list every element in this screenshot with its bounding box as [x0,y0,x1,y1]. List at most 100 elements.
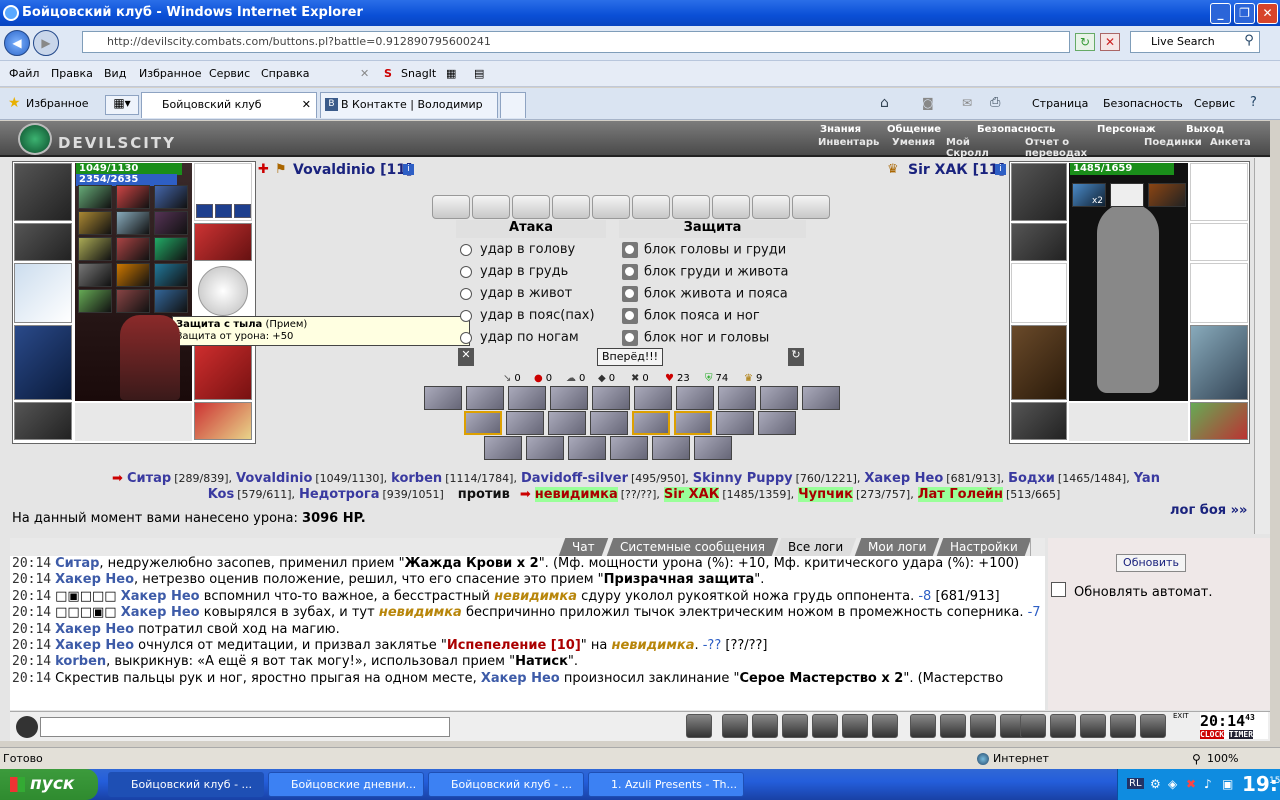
skill-button[interactable] [694,436,732,460]
attack-radio[interactable] [460,309,472,322]
fighter-name[interactable]: Davidoff-silver [521,471,628,486]
fighter-name[interactable]: Недотрога [299,487,379,502]
favorites-button[interactable]: Избранное [26,97,88,110]
player-boots-slot[interactable] [194,402,252,440]
feeds-icon[interactable]: ◙ [922,96,934,110]
menu-view[interactable]: Вид [104,67,126,80]
enemy-weapon-slot[interactable] [1011,263,1067,323]
player-spell-slot[interactable] [116,211,150,235]
nav-transfer-report[interactable]: Отчет о переводах [1025,137,1087,159]
skill-button[interactable] [526,436,564,460]
attack-radio[interactable] [460,331,472,344]
chat-tool-icon[interactable] [722,714,748,738]
refresh-button[interactable]: Обновить [1116,554,1186,572]
fighter-name[interactable]: Skinny Puppy [693,471,793,486]
scroll-slot[interactable] [432,195,470,219]
chat-tool-icon[interactable] [1140,714,1166,738]
defense-radio[interactable] [622,308,638,324]
skill-button[interactable] [632,411,670,435]
log-nick[interactable]: korben [55,654,106,669]
task-diaries[interactable]: Бойцовские дневни... [268,772,424,797]
log-nick[interactable]: Хакер Нео [481,671,560,686]
enemy-buff-icon[interactable]: x2 [1072,183,1106,207]
task-azuli[interactable]: 1. Azuli Presents - Th... [588,772,744,797]
attack-option[interactable]: удар по ногам [460,330,579,345]
skill-button[interactable] [760,386,798,410]
skill-button[interactable] [590,411,628,435]
new-tab-button[interactable] [500,92,526,118]
log-nick[interactable]: Хакер Нео [55,638,134,653]
nav-skills[interactable]: Умения [892,137,935,148]
tab-settings[interactable]: Настройки [936,538,1032,556]
fighter-name[interactable]: невидимка [534,487,618,502]
tray-misc-icon[interactable]: ▣ [1222,777,1233,791]
fighter-name[interactable]: Sir ХАК [663,487,720,502]
player-helmet-slot[interactable] [14,163,72,221]
player-spell-slot[interactable] [154,263,188,287]
refresh-choice-icon[interactable]: ↻ [788,348,804,366]
search-icon[interactable]: ⚲ [1238,33,1260,51]
chat-tool-icon[interactable] [1050,714,1076,738]
menu-tools[interactable]: Сервис [209,67,250,80]
fighter-name[interactable]: Хакер Нео [864,471,943,486]
auto-refresh-checkbox[interactable] [1051,582,1066,597]
attack-option[interactable]: удар в пояс(пах) [460,308,595,323]
forward-button[interactable]: ▶ [33,30,59,56]
defense-option[interactable]: блок пояса и ног [622,308,760,324]
enemy-info-icon[interactable]: i [995,164,1006,175]
chat-tool-icon[interactable] [1110,714,1136,738]
attack-radio[interactable] [460,243,472,256]
forward-attack-button[interactable]: Вперёд!!! [597,348,663,366]
refresh-icon[interactable]: ↻ [1075,33,1095,51]
chat-tool-icon[interactable] [872,714,898,738]
tab-combats[interactable]: Бойцовский клуб ✕ [141,92,317,118]
skill-button[interactable] [676,386,714,410]
task-combats-1[interactable]: Бойцовский клуб - ... [108,772,264,797]
log-nick[interactable]: Хакер Нео [55,572,134,587]
skill-button[interactable] [424,386,462,410]
player-weapon-slot[interactable] [14,263,72,323]
enemy-rings-slot[interactable] [1190,163,1248,221]
enemy-buff2-icon[interactable] [1110,183,1144,207]
chat-tool-icon[interactable] [940,714,966,738]
task-combats-2[interactable]: Бойцовский клуб - ... [428,772,584,797]
nav-exit[interactable]: Выход [1186,124,1224,135]
enemy-name[interactable]: Sir ХАК [11] [908,162,1005,178]
menu-help[interactable]: Справка [261,67,309,80]
nav-inventory[interactable]: Инвентарь [818,137,879,148]
print-icon[interactable]: ⎙ [990,95,1000,110]
defense-option[interactable]: блок груди и живота [622,264,789,280]
tab-my-logs[interactable]: Мои логи [854,538,940,556]
enemy-gloves-slot[interactable] [1190,223,1248,261]
reset-choice-icon[interactable]: ✕ [458,348,474,366]
nav-character[interactable]: Персонаж [1097,124,1156,135]
nav-communication[interactable]: Общение [887,124,941,135]
enemy-armor-slot[interactable] [1011,325,1067,400]
skill-button[interactable] [484,436,522,460]
nav-profile[interactable]: Анкета [1210,137,1251,148]
chat-tool-icon[interactable] [812,714,838,738]
scroll-slot[interactable] [792,195,830,219]
menu-edit[interactable]: Правка [51,67,93,80]
help-icon[interactable]: ? [1250,95,1257,110]
player-spell-slot[interactable] [154,211,188,235]
tab-vkontakte[interactable]: В В Контакте | Володимир Іл... [320,92,498,135]
tools-menu[interactable]: Сервис [1194,97,1235,110]
chat-menu-icon[interactable] [16,716,38,738]
enemy-boots-slot[interactable] [1190,402,1248,440]
defense-option[interactable]: блок ног и головы [622,330,769,346]
skill-button[interactable] [548,411,586,435]
player-armor-slot[interactable] [14,325,72,400]
menu-file[interactable]: Файл [9,67,39,80]
chat-tool-icon[interactable] [782,714,808,738]
enemy-pants-slot[interactable] [1190,325,1248,400]
enemy-offhand-slot[interactable] [1190,263,1248,323]
snagit-icon[interactable]: S [384,67,392,80]
defense-radio[interactable] [622,242,638,258]
chat-tool-icon[interactable] [1020,714,1046,738]
player-spell-slot[interactable] [78,237,112,261]
player-info-icon[interactable]: i [403,164,414,175]
menu-favorites[interactable]: Избранное [139,67,201,80]
defense-radio[interactable] [622,330,638,346]
chat-tool-icon[interactable] [686,714,712,738]
